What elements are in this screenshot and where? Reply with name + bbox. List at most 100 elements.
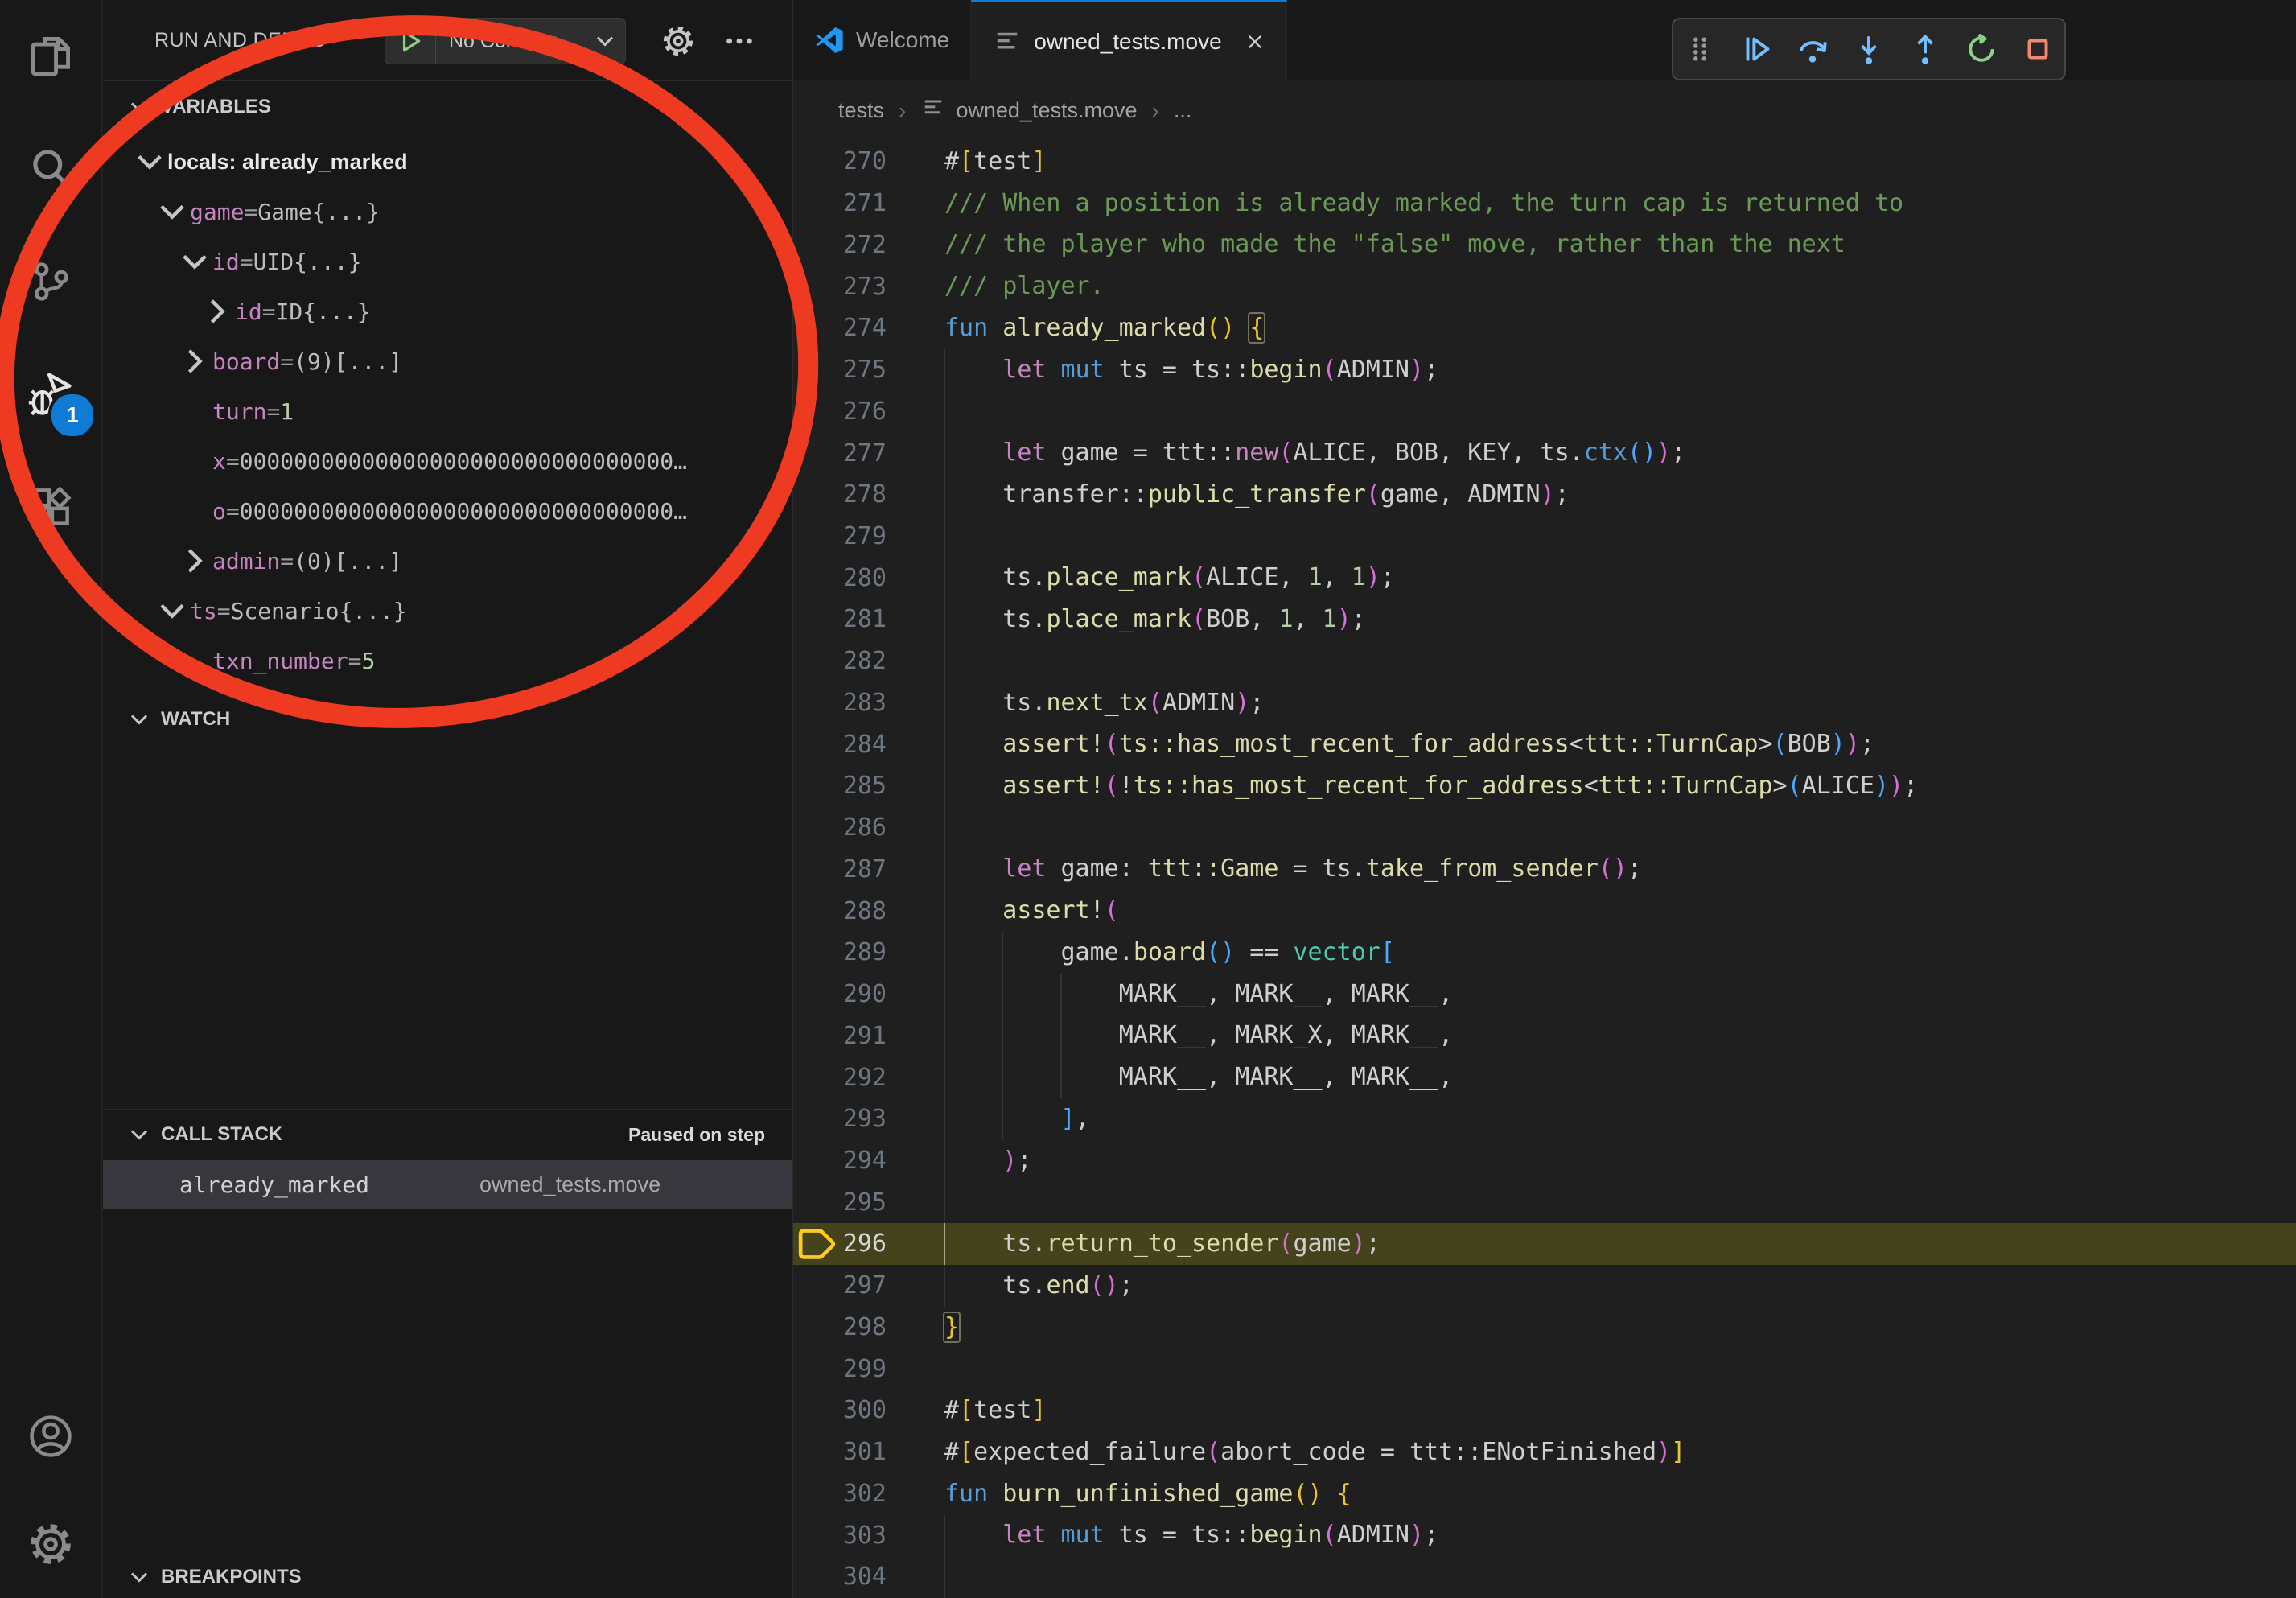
line-number[interactable]: 289 bbox=[840, 938, 887, 966]
code-line-292[interactable]: 292 MARK__, MARK__, MARK__, bbox=[793, 1056, 2296, 1098]
variable-row-id[interactable]: id = ID{...} bbox=[103, 286, 792, 336]
chevron-down-icon[interactable] bbox=[154, 593, 190, 628]
start-debugging-icon[interactable] bbox=[385, 19, 436, 64]
chevron-right-icon[interactable] bbox=[200, 294, 235, 329]
drag-handle-button[interactable] bbox=[1681, 31, 1718, 68]
variables-section-header[interactable]: VARIABLES bbox=[103, 80, 792, 134]
code-line-276[interactable]: 276 bbox=[793, 390, 2296, 432]
line-number[interactable]: 272 bbox=[840, 231, 887, 259]
variable-row-scope[interactable]: locals: already_marked bbox=[103, 137, 792, 187]
line-number[interactable]: 293 bbox=[840, 1105, 887, 1133]
line-number[interactable]: 294 bbox=[840, 1147, 887, 1175]
variable-row-board[interactable]: board = (9)[...] bbox=[103, 336, 792, 386]
tab-welcome[interactable]: Welcome bbox=[793, 0, 971, 80]
restart-button[interactable] bbox=[1963, 31, 2000, 68]
chevron-down-icon[interactable] bbox=[132, 144, 167, 179]
line-number[interactable]: 296 bbox=[840, 1229, 887, 1258]
code-line-284[interactable]: 284 assert!(ts::has_most_recent_for_addr… bbox=[793, 723, 2296, 765]
code-line-300[interactable]: 300#[test] bbox=[793, 1390, 2296, 1431]
code-line-275[interactable]: 275 let mut ts = ts::begin(ADMIN); bbox=[793, 349, 2296, 391]
line-number[interactable]: 275 bbox=[840, 356, 887, 384]
code-line-291[interactable]: 291 MARK__, MARK_X, MARK__, bbox=[793, 1015, 2296, 1056]
code-line-288[interactable]: 288 assert!( bbox=[793, 890, 2296, 932]
code-line-302[interactable]: 302fun burn_unfinished_game() { bbox=[793, 1473, 2296, 1515]
line-number[interactable]: 301 bbox=[840, 1438, 887, 1466]
variable-row-o[interactable]: o = 00000000000000000000000000000000… bbox=[103, 486, 792, 536]
activity-item-explorer[interactable] bbox=[0, 0, 101, 113]
line-number[interactable]: 279 bbox=[840, 522, 887, 550]
code-line-271[interactable]: 271/// When a position is already marked… bbox=[793, 183, 2296, 224]
code-line-299[interactable]: 299 bbox=[793, 1348, 2296, 1390]
code-line-277[interactable]: 277 let game = ttt::new(ALICE, BOB, KEY,… bbox=[793, 432, 2296, 474]
line-number[interactable]: 290 bbox=[840, 980, 887, 1008]
activity-item-source-control[interactable] bbox=[0, 225, 101, 338]
code-line-296[interactable]: 296 ts.return_to_sender(game); bbox=[793, 1223, 2296, 1265]
line-number[interactable]: 270 bbox=[840, 147, 887, 175]
code-line-286[interactable]: 286 bbox=[793, 807, 2296, 849]
code-line-282[interactable]: 282 bbox=[793, 640, 2296, 682]
line-number[interactable]: 276 bbox=[840, 397, 887, 426]
code-line-274[interactable]: 274fun already_marked() { bbox=[793, 307, 2296, 349]
tab-owned-tests-move[interactable]: owned_tests.move bbox=[971, 0, 1286, 80]
breakpoints-section-header[interactable]: BREAKPOINTS bbox=[103, 1556, 792, 1598]
code-line-278[interactable]: 278 transfer::public_transfer(game, ADMI… bbox=[793, 474, 2296, 516]
code-line-281[interactable]: 281 ts.place_mark(BOB, 1, 1); bbox=[793, 599, 2296, 640]
line-number[interactable]: 303 bbox=[840, 1522, 887, 1550]
line-number[interactable]: 302 bbox=[840, 1480, 887, 1508]
variable-row-admin[interactable]: admin = (0)[...] bbox=[103, 536, 792, 586]
line-number[interactable]: 304 bbox=[840, 1563, 887, 1591]
activity-item-account[interactable] bbox=[0, 1382, 101, 1490]
step-out-button[interactable] bbox=[1907, 31, 1944, 68]
code-line-272[interactable]: 272/// the player who made the "false" m… bbox=[793, 224, 2296, 266]
variable-row-game[interactable]: game = Game{...} bbox=[103, 187, 792, 237]
line-number[interactable]: 273 bbox=[840, 273, 887, 301]
step-over-button[interactable] bbox=[1794, 31, 1831, 68]
line-number[interactable]: 271 bbox=[840, 189, 887, 217]
line-number[interactable]: 277 bbox=[840, 439, 887, 467]
line-number[interactable]: 285 bbox=[840, 772, 887, 800]
call-stack-section-header[interactable]: CALL STACK Paused on step bbox=[103, 1109, 792, 1160]
code-editor[interactable]: 270#[test]271/// When a position is alre… bbox=[793, 141, 2296, 1598]
code-line-287[interactable]: 287 let game: ttt::Game = ts.take_from_s… bbox=[793, 848, 2296, 890]
activity-item-run-and-debug[interactable]: 1 bbox=[0, 338, 101, 451]
line-number[interactable]: 282 bbox=[840, 647, 887, 675]
code-line-301[interactable]: 301#[expected_failure(abort_code = ttt::… bbox=[793, 1431, 2296, 1473]
line-number[interactable]: 291 bbox=[840, 1022, 887, 1050]
activity-item-search[interactable] bbox=[0, 113, 101, 225]
variable-row-id[interactable]: id = UID{...} bbox=[103, 237, 792, 286]
code-line-289[interactable]: 289 game.board() == vector[ bbox=[793, 932, 2296, 974]
code-line-270[interactable]: 270#[test] bbox=[793, 141, 2296, 183]
chevron-down-icon[interactable] bbox=[177, 244, 212, 279]
chevron-down-icon[interactable] bbox=[154, 194, 190, 229]
more-actions-icon[interactable] bbox=[716, 18, 763, 64]
code-line-280[interactable]: 280 ts.place_mark(ALICE, 1, 1); bbox=[793, 557, 2296, 599]
line-number[interactable]: 292 bbox=[840, 1064, 887, 1092]
code-line-279[interactable]: 279 bbox=[793, 516, 2296, 558]
line-number[interactable]: 274 bbox=[840, 314, 887, 342]
watch-section-header[interactable]: WATCH bbox=[103, 694, 792, 745]
code-line-298[interactable]: 298} bbox=[793, 1307, 2296, 1349]
code-line-285[interactable]: 285 assert!(!ts::has_most_recent_for_add… bbox=[793, 765, 2296, 807]
chevron-right-icon[interactable] bbox=[177, 543, 212, 579]
line-number[interactable]: 287 bbox=[840, 855, 887, 883]
line-number[interactable]: 288 bbox=[840, 897, 887, 925]
stop-button[interactable] bbox=[2019, 31, 2056, 68]
variable-row-ts[interactable]: ts = Scenario{...} bbox=[103, 586, 792, 636]
code-line-294[interactable]: 294 ); bbox=[793, 1140, 2296, 1182]
breadcrumb-item[interactable]: ... bbox=[1174, 98, 1192, 123]
activity-item-extensions[interactable] bbox=[0, 451, 101, 563]
line-number[interactable]: 299 bbox=[840, 1355, 887, 1383]
close-icon[interactable] bbox=[1245, 31, 1265, 52]
variable-row-turn[interactable]: turn = 1 bbox=[103, 386, 792, 436]
code-line-283[interactable]: 283 ts.next_tx(ADMIN); bbox=[793, 682, 2296, 724]
line-number[interactable]: 283 bbox=[840, 689, 887, 717]
line-number[interactable]: 286 bbox=[840, 813, 887, 842]
chevron-right-icon[interactable] bbox=[177, 344, 212, 379]
code-line-273[interactable]: 273/// player. bbox=[793, 266, 2296, 307]
configure-gear-icon[interactable] bbox=[655, 18, 702, 64]
code-line-295[interactable]: 295 bbox=[793, 1181, 2296, 1223]
line-number[interactable]: 297 bbox=[840, 1271, 887, 1299]
breadcrumb-item[interactable]: tests bbox=[838, 98, 884, 123]
variable-row-x[interactable]: x = 00000000000000000000000000000000… bbox=[103, 436, 792, 486]
line-number[interactable]: 295 bbox=[840, 1188, 887, 1217]
